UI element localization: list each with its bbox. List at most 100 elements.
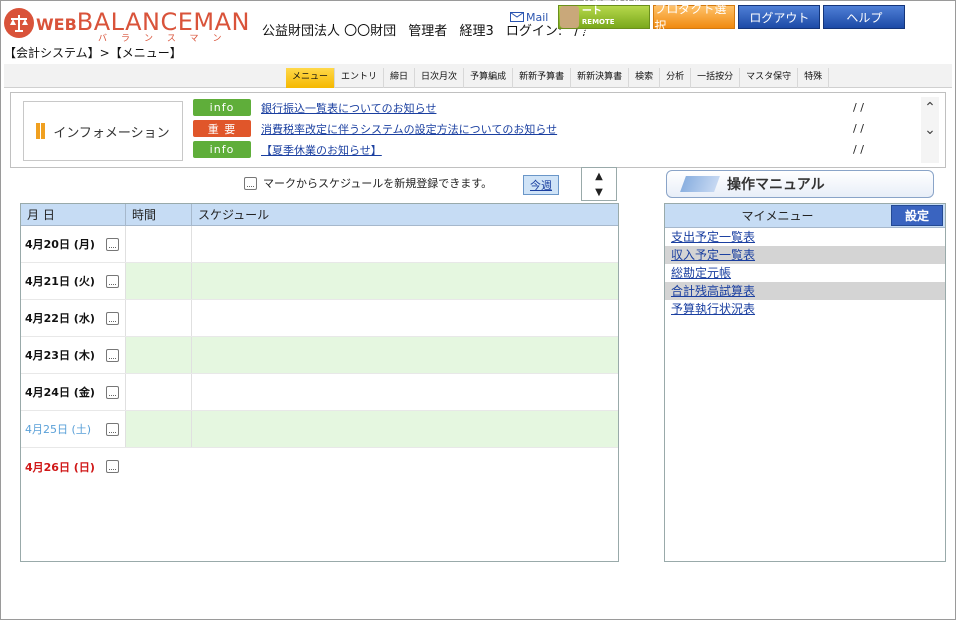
my-menu-item: 総勘定元帳: [665, 264, 945, 282]
manual-label: 操作マニュアル: [727, 177, 825, 193]
schedule-hint: マークからスケジュールを新規登録できます。: [244, 172, 492, 194]
schedule-cell[interactable]: [191, 226, 618, 262]
logo-web-text: WEB: [36, 15, 77, 34]
help-button[interactable]: ヘルプ: [823, 5, 906, 29]
info-badge: info: [193, 99, 251, 116]
schedule-table: 月 日 時間 スケジュール 4月20日 (月) 4月21日 (火) 4月22日 …: [20, 203, 619, 562]
add-schedule-icon[interactable]: [106, 274, 119, 288]
nav-item-special[interactable]: 特殊: [798, 68, 830, 88]
my-menu-link[interactable]: 総勘定元帳: [671, 266, 731, 280]
product-select-button[interactable]: プロダクト選択: [653, 2, 736, 33]
schedule-cell[interactable]: [191, 337, 618, 373]
nav-item-entry[interactable]: エントリ: [335, 68, 385, 88]
time-cell: [125, 374, 191, 410]
information-title: インフォメーション: [23, 101, 183, 161]
my-menu-link[interactable]: 支出予定一覧表: [671, 230, 755, 244]
chevron-up-icon[interactable]: ⌃: [921, 97, 939, 119]
mail-link[interactable]: Mail: [510, 11, 548, 24]
time-cell: [125, 226, 191, 262]
add-schedule-icon[interactable]: [106, 311, 119, 325]
my-menu-header: マイメニュー 設定: [665, 204, 945, 228]
schedule-cell[interactable]: [191, 448, 618, 485]
nav-item-menu[interactable]: メニュー: [286, 68, 336, 88]
info-link[interactable]: 消費税率改定に伴うシステムの設定方法についてのお知らせ: [261, 121, 853, 137]
week-navigator: ▲ ▼: [581, 167, 617, 201]
org-name: 公益財団法人 〇〇財団: [262, 24, 397, 39]
schedule-cell[interactable]: [191, 263, 618, 299]
my-menu-link[interactable]: 収入予定一覧表: [671, 248, 755, 262]
info-date: / /: [853, 143, 864, 156]
add-schedule-icon[interactable]: [106, 460, 119, 473]
column-schedule: スケジュール: [191, 204, 618, 225]
row-date: 4月21日 (火): [25, 275, 95, 288]
remote-sublabel: REMOTE SUPPORT: [581, 18, 619, 36]
add-schedule-icon[interactable]: [106, 237, 119, 251]
schedule-cell[interactable]: [191, 374, 618, 410]
time-cell: [125, 263, 191, 299]
remote-support-button[interactable]: リモートサポート REMOTE SUPPORT: [558, 0, 651, 36]
important-badge: 重 要: [193, 120, 251, 137]
triangle-down-icon[interactable]: ▼: [595, 187, 603, 198]
settings-button[interactable]: 設定: [891, 205, 943, 226]
my-menu-item: 合計残高試算表: [665, 282, 945, 300]
title-bar-icon: [36, 123, 41, 139]
scales-logo-icon: [4, 8, 34, 38]
info-link[interactable]: 銀行振込一覧表についてのお知らせ: [261, 100, 853, 116]
triangle-up-icon[interactable]: ▲: [595, 171, 603, 182]
logo-kana-text: バランスマン: [98, 34, 236, 44]
my-menu-title: マイメニュー: [741, 209, 814, 223]
my-menu-item: 予算執行状況表: [665, 300, 945, 318]
nav-item-new-budget-doc[interactable]: 新新予算書: [513, 68, 572, 88]
schedule-hint-text: マークからスケジュールを新規登録できます。: [263, 177, 493, 190]
row-date: 4月20日 (月): [25, 238, 95, 251]
mail-label: Mail: [526, 10, 549, 24]
row-date: 4月22日 (水): [25, 312, 95, 325]
table-row: 4月24日 (金): [21, 374, 618, 411]
nav-item-closing[interactable]: 締日: [384, 68, 416, 88]
schedule-cell[interactable]: [191, 411, 618, 447]
my-menu-link[interactable]: 予算執行状況表: [671, 302, 755, 316]
this-week-button[interactable]: 今週: [523, 175, 559, 195]
mail-icon: [510, 12, 524, 22]
nav-item-new-settlement-doc[interactable]: 新新決算書: [571, 68, 630, 88]
memo-icon: [244, 176, 257, 190]
add-schedule-icon[interactable]: [106, 348, 119, 362]
logout-button[interactable]: ログアウト: [738, 5, 821, 29]
book-icon: [680, 176, 720, 192]
table-row: 4月26日 (日): [21, 448, 618, 485]
info-row: 重 要 消費税率改定に伴うシステムの設定方法についてのお知らせ / /: [193, 118, 913, 139]
my-menu: マイメニュー 設定 支出予定一覧表 収入予定一覧表 総勘定元帳 合計残高試算表 …: [664, 203, 946, 562]
my-menu-item: 支出予定一覧表: [665, 228, 945, 246]
user-name: 経理3: [459, 24, 494, 39]
nav-item-budget[interactable]: 予算編成: [464, 68, 514, 88]
nav-item-daily-monthly[interactable]: 日次月次: [415, 68, 465, 88]
breadcrumb: 【会計システム】>【メニュー】: [4, 46, 182, 60]
operation-manual-button[interactable]: 操作マニュアル: [666, 170, 934, 198]
nav-item-search[interactable]: 検索: [629, 68, 661, 88]
row-date: 4月26日 (日): [25, 460, 95, 474]
user-role: 管理者: [408, 24, 448, 39]
schedule-cell[interactable]: [191, 300, 618, 336]
nav-item-master[interactable]: マスタ保守: [740, 68, 799, 88]
table-row: 4月20日 (月): [21, 226, 618, 263]
column-time: 時間: [125, 204, 191, 225]
my-menu-link[interactable]: 合計残高試算表: [671, 284, 755, 298]
info-date: / /: [853, 101, 864, 114]
information-title-text: インフォメーション: [53, 125, 170, 141]
add-schedule-icon[interactable]: [106, 422, 119, 436]
info-scrollbar[interactable]: ⌃ ⌄: [921, 97, 939, 163]
nav-item-bulk-allocation[interactable]: 一括按分: [691, 68, 741, 88]
time-cell: [125, 300, 191, 336]
support-avatar-icon: [560, 6, 579, 28]
nav-item-analysis[interactable]: 分析: [660, 68, 692, 88]
table-row: 4月21日 (火): [21, 263, 618, 300]
info-link[interactable]: 【夏季休業のお知らせ】: [261, 142, 853, 158]
remote-label: リモートサポート: [581, 0, 642, 17]
table-row: 4月23日 (木): [21, 337, 618, 374]
info-badge: info: [193, 141, 251, 158]
table-row: 4月25日 (土): [21, 411, 618, 448]
time-cell: [125, 411, 191, 447]
top-buttons: Mail リモートサポート REMOTE SUPPORT プロダクト選択 ログア…: [510, 0, 908, 36]
add-schedule-icon[interactable]: [106, 385, 119, 399]
chevron-down-icon[interactable]: ⌄: [921, 119, 939, 141]
